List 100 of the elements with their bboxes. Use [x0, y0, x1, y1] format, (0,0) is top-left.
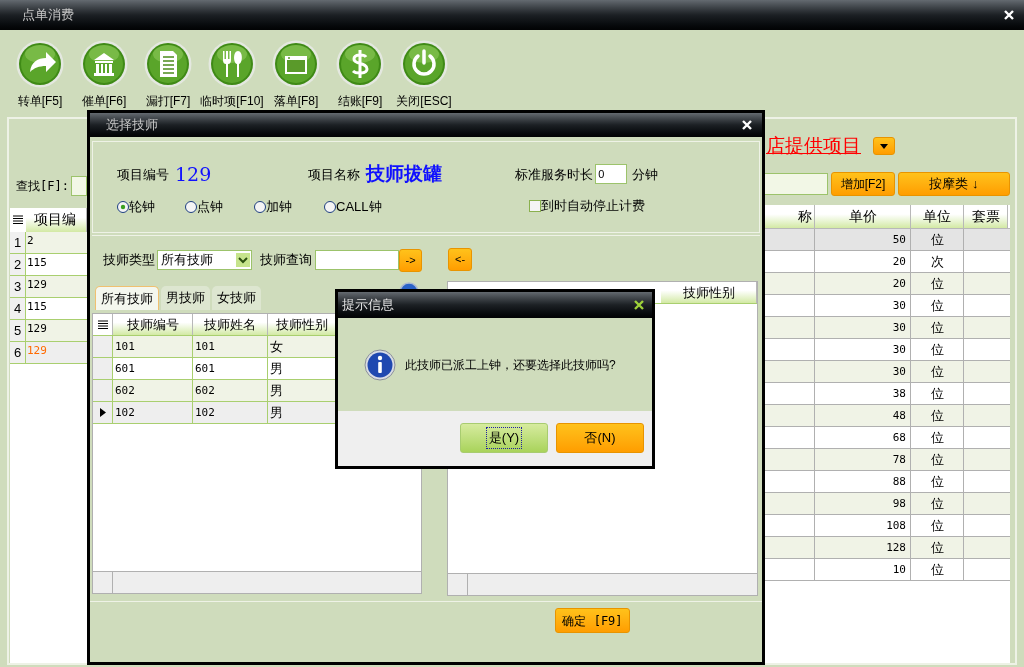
- dropdown-button[interactable]: [873, 137, 895, 155]
- search-field[interactable]: [70, 176, 87, 196]
- radio-button[interactable]: [324, 200, 336, 213]
- radio-option[interactable]: 轮钟: [117, 197, 155, 217]
- table-cell: 128: [815, 537, 911, 558]
- table-cell: 位: [911, 493, 964, 514]
- table-cell-text: 129: [26, 277, 47, 293]
- add-button[interactable]: ->: [399, 248, 422, 272]
- table-cell: 位: [911, 383, 964, 404]
- table-cell: 102: [193, 402, 268, 423]
- table-cell: 108: [815, 515, 911, 536]
- column-header: 套票: [964, 205, 1008, 228]
- table-cell: 位: [911, 515, 964, 536]
- tab[interactable]: 所有技师: [95, 286, 159, 310]
- message-title: 提示信息: [342, 296, 394, 315]
- table-cell: 601: [193, 358, 268, 379]
- table-cell-text: 男: [269, 404, 284, 422]
- duration-unit: 分钟: [632, 165, 659, 184]
- table-row[interactable]: 6 129: [10, 342, 87, 364]
- row-number: 4: [10, 298, 26, 319]
- add-button[interactable]: 增加[F2]: [831, 172, 895, 196]
- window-icon: [272, 40, 320, 88]
- type-select[interactable]: 所有技师: [157, 250, 253, 270]
- table-cell: 位: [911, 273, 964, 294]
- tab[interactable]: 女技师: [212, 286, 261, 310]
- table-cell: 20: [815, 251, 911, 272]
- duration-field[interactable]: 0: [595, 164, 628, 185]
- name-label: 项目名称: [308, 165, 361, 184]
- table-cell: 次: [911, 251, 964, 272]
- table-cell: 位: [911, 295, 964, 316]
- list-icon: [97, 319, 108, 330]
- table-cell: 102: [113, 402, 193, 423]
- radio-option[interactable]: CALL钟: [324, 197, 382, 217]
- table-cell: 位: [911, 559, 964, 580]
- table-cell: 602: [113, 380, 193, 401]
- table-cell: 50: [815, 229, 911, 250]
- table-row[interactable]: 1 2: [10, 232, 87, 254]
- table-cell: 30: [815, 361, 911, 382]
- table-cell-text: 129: [26, 343, 47, 359]
- type-label: 技师类型: [103, 251, 155, 270]
- table-cell-text: 129: [26, 321, 47, 337]
- dialog-button[interactable]: 否(N): [556, 423, 644, 453]
- row-number: 1: [10, 232, 26, 253]
- name-value: 技师拔罐: [366, 162, 443, 186]
- table-cell: 位: [911, 361, 964, 382]
- checkbox-option[interactable]: 到时自动停止计费: [529, 196, 645, 216]
- row-number: 2: [10, 254, 26, 275]
- dialog-button[interactable]: 是(Y): [460, 423, 548, 453]
- info-icon: [364, 348, 396, 381]
- table-cell: 位: [911, 229, 964, 250]
- checkbox[interactable]: [529, 199, 541, 212]
- table-cell: 101: [193, 336, 268, 357]
- table-row[interactable]: 5 129: [10, 320, 87, 342]
- table-cell: 48: [815, 405, 911, 426]
- table-cell: 68: [815, 427, 911, 448]
- table-cell-text: 2: [26, 233, 34, 249]
- column-header: 单价: [815, 205, 911, 228]
- close-icon[interactable]: [634, 300, 644, 310]
- table-cell: 位: [911, 317, 964, 338]
- radio-button[interactable]: [117, 200, 129, 213]
- table-cell: 98: [815, 493, 911, 514]
- table-cell: 78: [815, 449, 911, 470]
- row-number: 5: [10, 320, 26, 341]
- column-header: 单位: [911, 205, 964, 228]
- tab[interactable]: 男技师: [161, 286, 210, 310]
- table-cell-text: 女: [269, 338, 284, 356]
- radio-option[interactable]: 加钟: [254, 197, 292, 217]
- column-header: 技师性别: [661, 282, 757, 303]
- query-field[interactable]: [315, 250, 400, 270]
- radio-option[interactable]: 点钟: [185, 197, 223, 217]
- table-cell: 601: [113, 358, 193, 379]
- confirm-button[interactable]: 确定 [F9]: [555, 608, 630, 633]
- table-cell: 位: [911, 537, 964, 558]
- table-row[interactable]: 4 115: [10, 298, 87, 320]
- table-row[interactable]: 2 115: [10, 254, 87, 276]
- power-icon: [400, 40, 448, 88]
- column-header: 技师姓名: [193, 314, 268, 335]
- table-cell-text: 男: [269, 360, 284, 378]
- remove-button[interactable]: <-: [448, 248, 472, 271]
- caret-icon: [236, 253, 251, 267]
- table-row[interactable]: 3 129: [10, 276, 87, 298]
- table-cell: 602: [193, 380, 268, 401]
- row-number: 3: [10, 276, 26, 297]
- search-label: 查找[F]:: [16, 178, 69, 195]
- radio-button[interactable]: [254, 200, 266, 213]
- table-cell-text: 115: [26, 299, 47, 315]
- duration-label: 标准服务时长: [515, 165, 594, 184]
- fork-spoon-icon: [208, 40, 256, 88]
- dollar-icon: [336, 40, 384, 88]
- table-cell: 10: [815, 559, 911, 580]
- table-cell: 位: [911, 471, 964, 492]
- radio-button[interactable]: [185, 200, 197, 213]
- table-cell-text: 男: [269, 382, 284, 400]
- list-icon: [13, 215, 23, 225]
- toolbar-button[interactable]: 转单[F5]: [8, 40, 72, 116]
- category-button[interactable]: 按摩类 ↓: [898, 172, 1010, 196]
- document-icon: [144, 40, 192, 88]
- code-value: 129: [175, 162, 212, 187]
- table-cell-text: 115: [26, 255, 47, 271]
- query-label: 技师查询: [260, 251, 313, 270]
